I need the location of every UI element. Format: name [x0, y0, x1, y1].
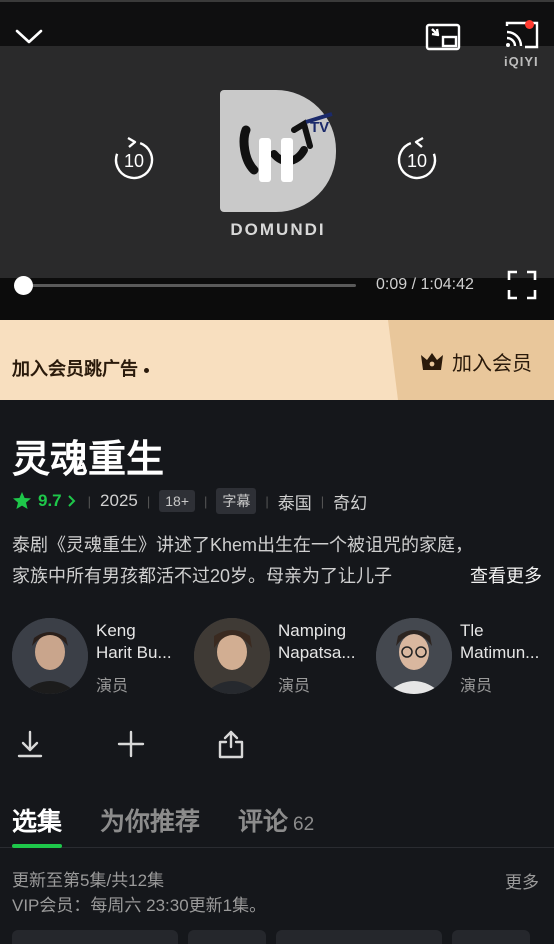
- join-vip-button[interactable]: 加入会员: [420, 346, 532, 376]
- add-icon[interactable]: [111, 724, 151, 764]
- tab-comments-label: 评论: [238, 808, 289, 836]
- progress-handle[interactable]: [13, 276, 33, 295]
- current-time: 0:09: [376, 276, 408, 293]
- cast-icon[interactable]: [500, 18, 544, 52]
- cast-role: 演员: [278, 678, 311, 695]
- video-player[interactable]: iQIYI TV DOMUNDI 10 10 0:09 / 1:04:42: [0, 0, 554, 320]
- cast-name-line-2: Napatsa...: [278, 643, 356, 662]
- cast-role: 演员: [96, 678, 129, 695]
- rating-value: 9.7: [38, 491, 62, 510]
- update-schedule: VIP会员：每周六 23:30更新1集。: [12, 896, 267, 915]
- cast-member[interactable]: Namping Napatsa... 演员: [194, 616, 370, 698]
- time-separator: /: [407, 276, 421, 293]
- brand-logo: iQIYI: [504, 54, 539, 69]
- action-bar: [0, 724, 554, 768]
- join-vip-label: 加入会员: [452, 352, 532, 375]
- rating[interactable]: 9.7: [12, 491, 79, 511]
- cast-name-line-1: Tle: [460, 621, 484, 640]
- cast-name-line-1: Namping: [278, 621, 347, 640]
- avatar: [376, 618, 452, 694]
- genre: 奇幻: [333, 493, 368, 513]
- star-icon: [13, 492, 31, 509]
- cast-name-line-2: Harit Bu...: [96, 643, 172, 662]
- tab-bar: 选集 为你推荐 评论 62: [0, 800, 554, 848]
- episode-chip[interactable]: [188, 930, 266, 944]
- replay-10-icon[interactable]: 10: [108, 134, 160, 186]
- seek-forward-label: 10: [407, 151, 427, 171]
- time-display: 0:09 / 1:04:42: [376, 276, 474, 294]
- cast-member[interactable]: Tle Matimun... 演员: [376, 616, 552, 698]
- show-more-link[interactable]: 查看更多: [470, 561, 542, 592]
- forward-10-icon[interactable]: 10: [391, 134, 443, 186]
- player-top-bar: [0, 0, 554, 46]
- comment-count: 62: [293, 814, 315, 835]
- download-icon[interactable]: [10, 724, 50, 764]
- cast-name-line-2: Matimun...: [460, 643, 540, 662]
- progress-bar[interactable]: [13, 276, 356, 295]
- cast-role: 演员: [460, 678, 493, 695]
- duration: 1:04:42: [420, 276, 474, 293]
- chevron-right-icon: [67, 495, 76, 507]
- episode-strip: [0, 930, 554, 944]
- year: 2025: [100, 491, 138, 510]
- cast-member[interactable]: Keng Harit Bu... 演员: [12, 616, 188, 698]
- seek-back-label: 10: [124, 151, 144, 171]
- avatar: [12, 618, 88, 694]
- update-status: 更新至第5集/共12集: [12, 871, 165, 890]
- fullscreen-icon[interactable]: [505, 268, 539, 302]
- avatar: [194, 618, 270, 694]
- cast-name-line-1: Keng: [96, 621, 136, 640]
- show-meta: 9.7 | 2025 | 18+ | 字幕 | 泰国 | 奇幻: [12, 488, 367, 514]
- tab-comments[interactable]: 评论 62: [238, 802, 314, 838]
- show-title: 灵魂重生: [12, 439, 165, 481]
- description-line-2: 家族中所有男孩都活不过20岁。母亲为了让儿子: [12, 566, 393, 586]
- tab-recommended[interactable]: 为你推荐: [100, 802, 200, 838]
- notification-dot: [525, 20, 534, 29]
- pause-icon[interactable]: [259, 138, 293, 182]
- age-rating-badge: 18+: [159, 490, 195, 512]
- subtitle-badge: 字幕: [216, 488, 257, 514]
- vip-message: 加入会员跳广告: [12, 355, 149, 381]
- cast-list: Keng Harit Bu... 演员 Namping Napatsa... 演…: [0, 616, 554, 698]
- update-info: 更新至第5集/共12集 VIP会员：每周六 23:30更新1集。: [12, 868, 266, 918]
- episode-chip[interactable]: [12, 930, 178, 944]
- description[interactable]: 泰剧《灵魂重生》讲述了Khem出生在一个被诅咒的家庭， 家族中所有男孩都活不过2…: [12, 530, 542, 592]
- picture-in-picture-icon[interactable]: [424, 22, 462, 52]
- episode-chip[interactable]: [452, 930, 530, 944]
- logo-text: DOMUNDI: [230, 220, 326, 239]
- active-tab-indicator: [12, 844, 62, 848]
- description-line-1: 泰剧《灵魂重生》讲述了Khem出生在一个被诅咒的家庭，: [12, 535, 474, 555]
- crown-icon: [421, 353, 443, 370]
- share-icon[interactable]: [211, 724, 251, 764]
- chevron-down-icon[interactable]: [12, 22, 46, 52]
- episode-chip[interactable]: [276, 930, 442, 944]
- tab-episodes[interactable]: 选集: [12, 802, 62, 838]
- more-episodes-link[interactable]: 更多: [505, 868, 539, 893]
- country: 泰国: [277, 493, 312, 513]
- logo-badge: TV: [310, 119, 329, 136]
